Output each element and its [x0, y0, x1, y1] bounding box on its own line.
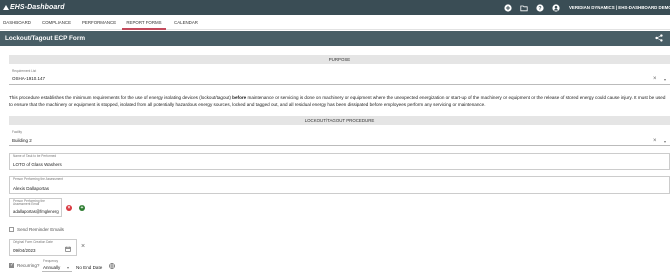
company-name: VERIDIAN DYNAMICS | EHS-DASHBOARD DEMO — [569, 5, 670, 10]
task-name-field[interactable]: Name of Task to be Performed LOTO of Gla… — [9, 153, 670, 170]
clear-icon[interactable]: × — [653, 76, 657, 82]
top-header: EHS-Dashboard ? VERIDIAN DYNAMICS | EHS-… — [0, 0, 670, 15]
page-title: Lockout/Tagout ECP Form — [5, 35, 86, 42]
frequency-label: Frequency — [43, 259, 59, 263]
creation-date-value: 09/04/2023 — [13, 248, 36, 253]
end-date-text: No End Date — [76, 265, 103, 270]
clear-date-icon[interactable]: × — [81, 243, 85, 250]
folder-icon[interactable] — [520, 4, 528, 12]
tab-performance[interactable]: PERFORMANCE — [82, 15, 116, 30]
add-email-button[interactable]: + — [79, 205, 85, 211]
tab-report-forms[interactable]: REPORT FORMS — [122, 15, 166, 30]
person-label: Person Performing the Assessment — [13, 177, 63, 181]
email-value: adallaportas@fmglenerg — [13, 209, 59, 214]
task-value: LOTO of Glass Washers — [13, 162, 62, 167]
recurring-checkbox[interactable] — [9, 262, 14, 268]
email-field[interactable]: Person Performing the Assessment Email a… — [9, 198, 62, 217]
creation-date-field[interactable]: Original Form Creation Date 09/04/2023 — [9, 239, 77, 256]
tab-calendar[interactable]: CALENDAR — [172, 15, 200, 30]
recurring-label: Recurring? — [17, 263, 40, 268]
person-value: Alexis Dallaportas — [13, 186, 50, 191]
facility-label: Facility — [12, 130, 22, 134]
task-label: Name of Task to be Performed — [13, 154, 57, 158]
help-icon[interactable]: ? — [536, 3, 544, 12]
form-title-bar: Lockout/Tagout ECP Form — [0, 31, 670, 46]
logo-mark-icon — [3, 5, 9, 10]
facility-value: Building 2 — [12, 138, 32, 143]
requirement-label: Requirement List — [12, 69, 37, 73]
globe-icon[interactable] — [109, 263, 115, 269]
main-nav: DASHBOARD COMPLIANCE PERFORMANCE REPORT … — [0, 15, 670, 30]
svg-text:?: ? — [538, 5, 541, 11]
person-field[interactable]: Person Performing the Assessment Alexis … — [9, 176, 670, 194]
requirement-select[interactable]: Requirement List OSHA-1910.147 × ▾ — [9, 68, 670, 85]
creation-date-label: Original Form Creation Date — [13, 240, 53, 244]
reminder-checkbox[interactable] — [9, 227, 14, 232]
frequency-value: Annually — [43, 265, 61, 270]
section-purpose: PURPOSE — [9, 55, 670, 64]
purpose-description: This procedure establishes the minimum r… — [9, 95, 666, 107]
app-name: EHS-Dashboard — [10, 4, 65, 11]
chevron-down-icon[interactable]: ▾ — [664, 77, 666, 82]
tab-dashboard[interactable]: DASHBOARD — [3, 15, 31, 30]
clear-icon[interactable]: × — [653, 138, 657, 144]
requirement-value: OSHA-1910.147 — [12, 76, 46, 81]
frequency-select[interactable]: Frequency Annually ▾ — [42, 258, 72, 272]
facility-select[interactable]: Facility Building 2 × ▾ — [9, 129, 670, 146]
user-icon[interactable] — [552, 3, 560, 12]
tab-compliance[interactable]: COMPLIANCE — [41, 15, 72, 30]
email-label: Person Performing the Assessment Email — [13, 199, 45, 207]
reminder-label: Send Reminder Emails — [17, 227, 64, 232]
share-icon[interactable] — [655, 34, 663, 42]
section-procedure: LOCKOUT/TAGOUT PROCEDURE — [9, 116, 670, 125]
calendar-icon[interactable] — [65, 246, 71, 252]
chevron-down-icon[interactable]: ▾ — [664, 139, 666, 144]
app-logo[interactable]: EHS-Dashboard — [3, 4, 65, 11]
chevron-down-icon: ▾ — [67, 265, 70, 270]
plus-circle-icon[interactable] — [504, 3, 512, 12]
remove-email-button[interactable]: × — [66, 205, 72, 211]
